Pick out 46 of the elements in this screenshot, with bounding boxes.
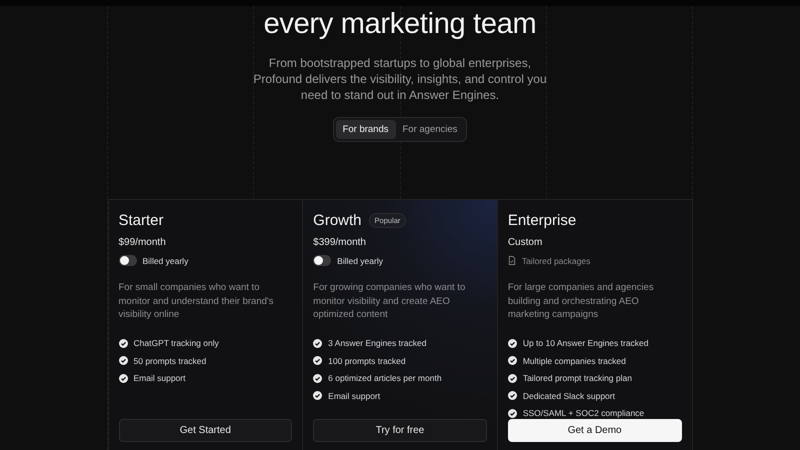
feature-text: Tailored prompt tracking plan [522, 373, 632, 384]
feature-text: 100 prompts tracked [328, 356, 406, 366]
check-icon [118, 356, 128, 366]
plan-description: For large companies and agencies building and orchestrating AEO marketing campaigns [508, 281, 655, 322]
feature-text: 3 Answer Engines tracked [328, 338, 426, 348]
plan-name: Starter [118, 212, 164, 229]
plan-description: For small companies who want to monitor and understand their brand's visibility online [118, 281, 274, 322]
feature-text: Up to 10 Answer Engines tracked [522, 338, 649, 348]
check-icon [313, 374, 322, 383]
document-icon [508, 256, 516, 265]
check-icon [118, 374, 128, 383]
plan-price: $399/month [313, 237, 367, 248]
feature-text: Email support [328, 390, 380, 401]
check-icon [508, 374, 517, 383]
page-subtitle: From bootstrapped startups to global enterprises, Profound delivers the visibility, insights, and control you need to stand out in Answer Engines. [252, 55, 548, 103]
check-icon [313, 338, 322, 348]
feature-text: ChatGPT tracking only [134, 338, 219, 348]
feature-text: SSO/SAML + SOC2 compliance [522, 408, 644, 418]
billing-label: Tailored packages [522, 256, 590, 266]
check-icon [508, 391, 517, 400]
plan-button[interactable]: Get Started [118, 419, 292, 442]
billing-switch[interactable] [313, 255, 332, 266]
audience-tab[interactable]: For agencies [396, 120, 464, 139]
billing-label: Billed yearly [337, 256, 383, 266]
check-icon [118, 338, 128, 348]
plan-button[interactable]: Try for free [313, 419, 487, 442]
feature-text: Email support [134, 373, 186, 384]
plan-button[interactable]: Get a Demo [508, 419, 682, 442]
check-icon [313, 356, 322, 366]
feature-text: Dedicated Slack support [522, 390, 615, 401]
feature-text: 50 prompts tracked [134, 356, 206, 366]
feature-text: 6 optimized articles per month [328, 373, 442, 384]
plan-name: Enterprise [508, 212, 576, 229]
feature-text: Multiple companies tracked [522, 356, 626, 366]
audience-tab[interactable]: For brands [336, 120, 396, 139]
page-heading: every marketing team [264, 8, 536, 41]
check-icon [508, 408, 517, 418]
plan-description: For growing companies who want to monitor visibility and create AEO optimized content [313, 281, 466, 322]
plan-price: $99/month [118, 237, 167, 248]
plan-name: Growth [313, 212, 362, 229]
billing-switch[interactable] [118, 255, 136, 266]
check-icon [313, 391, 322, 400]
billing-label: Billed yearly [142, 256, 188, 266]
check-icon [508, 338, 517, 348]
plan-price: Custom [508, 237, 544, 248]
check-icon [508, 356, 517, 366]
